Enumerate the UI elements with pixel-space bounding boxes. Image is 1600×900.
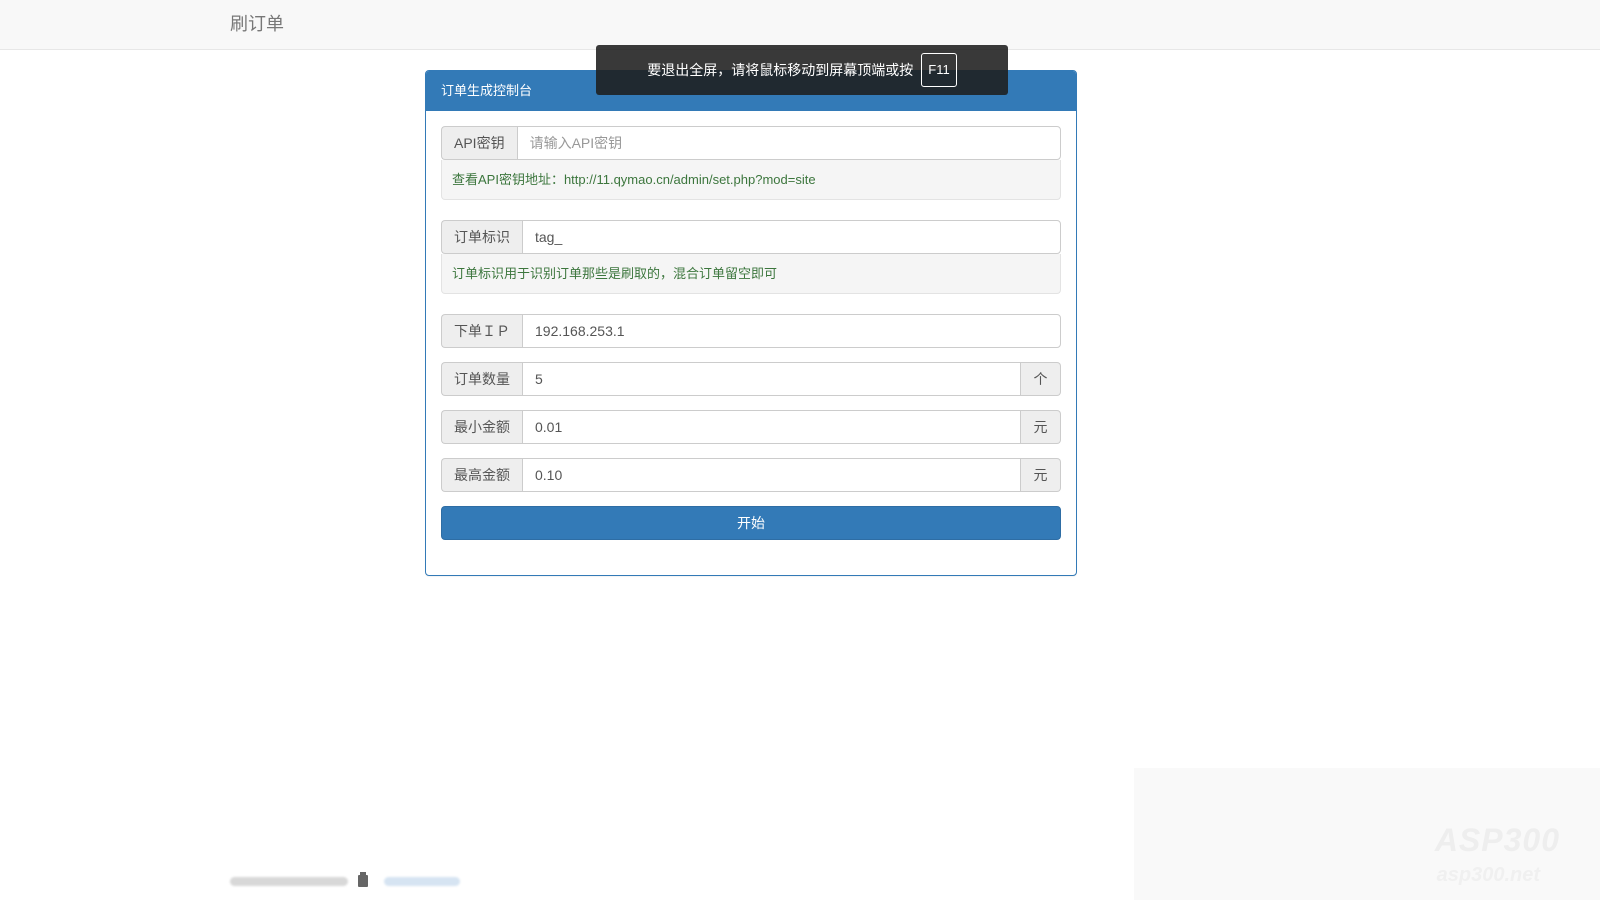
watermark-logo: ASP300	[1434, 822, 1560, 858]
clipboard-icon	[358, 872, 368, 887]
watermark-url: asp300.net	[1436, 864, 1540, 886]
order-console-panel: 订单生成控制台 API密钥 查看API密钥地址：http://11.qymao.…	[425, 70, 1077, 576]
min-amount-group: 最小金额 元	[441, 410, 1061, 444]
order-ip-group: 下单ＩＰ	[441, 314, 1061, 348]
footer-blurred-link	[384, 876, 460, 886]
start-button[interactable]: 开始	[441, 506, 1061, 540]
api-key-group: API密钥	[441, 126, 1061, 160]
max-amount-label: 最高金额	[441, 458, 522, 492]
order-tag-input[interactable]	[522, 220, 1061, 254]
order-tag-help: 订单标识用于识别订单那些是刷取的，混合订单留空即可	[441, 254, 1061, 294]
order-count-group: 订单数量 个	[441, 362, 1061, 396]
order-count-unit: 个	[1021, 362, 1061, 396]
navbar: 刷订单	[0, 0, 1600, 50]
order-count-label: 订单数量	[441, 362, 522, 396]
fullscreen-exit-notice: 要退出全屏，请将鼠标移动到屏幕顶端或按 F11	[596, 45, 1008, 95]
max-amount-input[interactable]	[522, 458, 1021, 492]
f11-key-badge: F11	[921, 53, 957, 87]
footer	[230, 872, 460, 888]
max-amount-unit: 元	[1021, 458, 1061, 492]
min-amount-unit: 元	[1021, 410, 1061, 444]
order-ip-input[interactable]	[522, 314, 1061, 348]
order-count-input[interactable]	[522, 362, 1021, 396]
api-key-help: 查看API密钥地址：http://11.qymao.cn/admin/set.p…	[441, 160, 1061, 200]
max-amount-group: 最高金额 元	[441, 458, 1061, 492]
min-amount-input[interactable]	[522, 410, 1021, 444]
fullscreen-notice-text: 要退出全屏，请将鼠标移动到屏幕顶端或按	[647, 62, 914, 78]
order-tag-label: 订单标识	[441, 220, 522, 254]
order-tag-group: 订单标识	[441, 220, 1061, 254]
api-key-input[interactable]	[516, 126, 1061, 160]
watermark-area: ASP300 asp300.net	[1134, 768, 1600, 900]
brand-title[interactable]: 刷订单	[230, 13, 284, 35]
panel-body: API密钥 查看API密钥地址：http://11.qymao.cn/admin…	[426, 111, 1076, 555]
footer-blurred-text	[230, 876, 348, 886]
api-key-label: API密钥	[441, 126, 517, 160]
order-ip-label: 下单ＩＰ	[441, 314, 522, 348]
min-amount-label: 最小金额	[441, 410, 522, 444]
